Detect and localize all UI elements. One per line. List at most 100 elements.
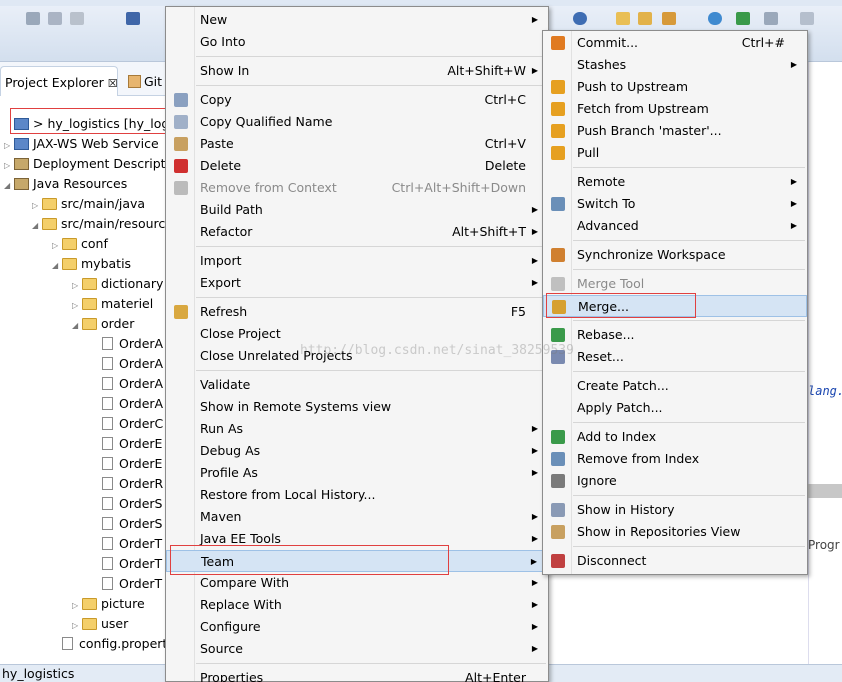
menu-item-validate[interactable]: Validate: [166, 374, 548, 396]
team-item-create-patch[interactable]: Create Patch...: [543, 375, 807, 397]
menu-item-build-path[interactable]: Build Path ▶: [166, 199, 548, 221]
tree-item[interactable]: OrderA: [92, 334, 163, 354]
menu-item-paste[interactable]: Paste Ctrl+V: [166, 133, 548, 155]
nav-back-icon[interactable]: [764, 12, 778, 25]
tree-item[interactable]: OrderS: [92, 494, 162, 514]
menu-item-go-into[interactable]: Go Into: [166, 31, 548, 53]
expand-arrow-icon[interactable]: ◢: [72, 316, 82, 336]
expand-arrow-icon[interactable]: ▷: [4, 136, 14, 156]
menu-item-debug-as[interactable]: Debug As ▶: [166, 440, 548, 462]
tree-item[interactable]: OrderT: [92, 534, 162, 554]
team-item-disconnect[interactable]: Disconnect: [543, 550, 807, 572]
team-item-advanced[interactable]: Advanced ▶: [543, 215, 807, 237]
progress-view-label[interactable]: Progr: [808, 538, 840, 552]
tree-item[interactable]: ◢ Java Resources: [4, 174, 127, 194]
team-item-show-in-repositories-view[interactable]: Show in Repositories View: [543, 521, 807, 543]
tab-git[interactable]: Git: [128, 74, 162, 89]
wand-icon[interactable]: [662, 12, 676, 25]
menu-item-copy-qualified-name[interactable]: Copy Qualified Name: [166, 111, 548, 133]
menu-item-new[interactable]: New ▶: [166, 9, 548, 31]
expand-arrow-icon[interactable]: ▷: [72, 596, 82, 616]
tree-item[interactable]: ◢ mybatis: [52, 254, 131, 274]
expand-arrow-icon[interactable]: ◢: [32, 216, 42, 236]
team-item-push-branch-master[interactable]: Push Branch 'master'...: [543, 120, 807, 142]
team-item-fetch-from-upstream[interactable]: Fetch from Upstream: [543, 98, 807, 120]
tree-item[interactable]: config.propert: [52, 634, 167, 654]
expand-arrow-icon[interactable]: ▷: [32, 196, 42, 216]
expand-arrow-icon[interactable]: ▷: [72, 276, 82, 296]
team-item-apply-patch[interactable]: Apply Patch...: [543, 397, 807, 419]
save-icon[interactable]: [26, 12, 40, 25]
team-item-add-to-index[interactable]: Add to Index: [543, 426, 807, 448]
tree-item[interactable]: ▷ conf: [52, 234, 108, 254]
team-item-remote[interactable]: Remote ▶: [543, 171, 807, 193]
open-folder-icon[interactable]: [616, 12, 630, 25]
tree-item[interactable]: ▷ Deployment Descript: [4, 154, 166, 174]
menu-item-maven[interactable]: Maven ▶: [166, 506, 548, 528]
tree-item[interactable]: OrderT: [92, 574, 162, 594]
menu-item-compare-with[interactable]: Compare With ▶: [166, 572, 548, 594]
tree-item[interactable]: OrderA: [92, 374, 163, 394]
globe-icon[interactable]: [708, 12, 722, 25]
tree-item[interactable]: OrderE: [92, 434, 162, 454]
menu-item-configure[interactable]: Configure ▶: [166, 616, 548, 638]
close-icon[interactable]: ☒: [108, 77, 118, 90]
tree-item[interactable]: ▷ picture: [72, 594, 145, 614]
team-item-ignore[interactable]: Ignore: [543, 470, 807, 492]
team-item-push-to-upstream[interactable]: Push to Upstream: [543, 76, 807, 98]
menu-item-delete[interactable]: Delete Delete: [166, 155, 548, 177]
tree-item[interactable]: OrderR: [92, 474, 163, 494]
menu-item-properties[interactable]: Properties Alt+Enter: [166, 667, 548, 682]
open-file-icon[interactable]: [638, 12, 652, 25]
menu-item-show-in[interactable]: Show In Alt+Shift+W ▶: [166, 60, 548, 82]
menu-item-refactor[interactable]: Refactor Alt+Shift+T ▶: [166, 221, 548, 243]
expand-arrow-icon[interactable]: ▷: [4, 156, 14, 176]
run-icon[interactable]: [736, 12, 750, 25]
expand-arrow-icon[interactable]: ◢: [4, 176, 14, 196]
git-icon[interactable]: [573, 12, 587, 25]
team-item-switch-to[interactable]: Switch To ▶: [543, 193, 807, 215]
tree-item[interactable]: ▷ src/main/java: [32, 194, 145, 214]
tree-item[interactable]: ▷ JAX-WS Web Service: [4, 134, 159, 154]
menu-item-source[interactable]: Source ▶: [166, 638, 548, 660]
tree-item[interactable]: OrderA: [92, 394, 163, 414]
menu-item-copy[interactable]: Copy Ctrl+C: [166, 89, 548, 111]
menu-item-refresh[interactable]: Refresh F5: [166, 301, 548, 323]
save-all-icon[interactable]: [48, 12, 62, 25]
expand-arrow-icon[interactable]: ▷: [72, 616, 82, 636]
menu-item-run-as[interactable]: Run As ▶: [166, 418, 548, 440]
menu-item-restore-from-local-history[interactable]: Restore from Local History...: [166, 484, 548, 506]
menu-item-import[interactable]: Import ▶: [166, 250, 548, 272]
team-item-remove-from-index[interactable]: Remove from Index: [543, 448, 807, 470]
console-icon[interactable]: [126, 12, 140, 25]
print-icon[interactable]: [70, 12, 84, 25]
tree-item[interactable]: ◢ order: [72, 314, 134, 334]
menu-item-profile-as[interactable]: Profile As ▶: [166, 462, 548, 484]
tree-item[interactable]: OrderA: [92, 354, 163, 374]
tab-project-explorer[interactable]: Project Explorer ☒: [0, 66, 118, 96]
tree-item[interactable]: OrderT: [92, 554, 162, 574]
tree-item[interactable]: ▷ user: [72, 614, 128, 634]
team-item-show-in-history[interactable]: Show in History: [543, 499, 807, 521]
team-item-commit[interactable]: Commit... Ctrl+#: [543, 32, 807, 54]
team-item-synchronize-workspace[interactable]: Synchronize Workspace: [543, 244, 807, 266]
menu-item-replace-with[interactable]: Replace With ▶: [166, 594, 548, 616]
team-item-stashes[interactable]: Stashes ▶: [543, 54, 807, 76]
tree-item[interactable]: OrderS: [92, 514, 162, 534]
expand-arrow-icon[interactable]: ◢: [52, 256, 62, 276]
menu-item-export[interactable]: Export ▶: [166, 272, 548, 294]
menu-item-close-project[interactable]: Close Project: [166, 323, 548, 345]
nav-forward-icon[interactable]: [800, 12, 814, 25]
team-item-reset[interactable]: Reset...: [543, 346, 807, 368]
expand-arrow-icon[interactable]: ▷: [52, 236, 62, 256]
team-item-rebase[interactable]: Rebase...: [543, 324, 807, 346]
expand-arrow-icon[interactable]: ▷: [72, 296, 82, 316]
tree-item[interactable]: OrderE: [92, 454, 162, 474]
tree-item[interactable]: ▷ materiel: [72, 294, 153, 314]
menu-item-show-in-remote-systems-view[interactable]: Show in Remote Systems view: [166, 396, 548, 418]
tree-item[interactable]: ▷ dictionary: [72, 274, 163, 294]
tree-item[interactable]: ◢ src/main/resource: [32, 214, 170, 234]
team-item-pull[interactable]: Pull: [543, 142, 807, 164]
folder-icon: [82, 598, 97, 610]
tree-item[interactable]: OrderC: [92, 414, 163, 434]
